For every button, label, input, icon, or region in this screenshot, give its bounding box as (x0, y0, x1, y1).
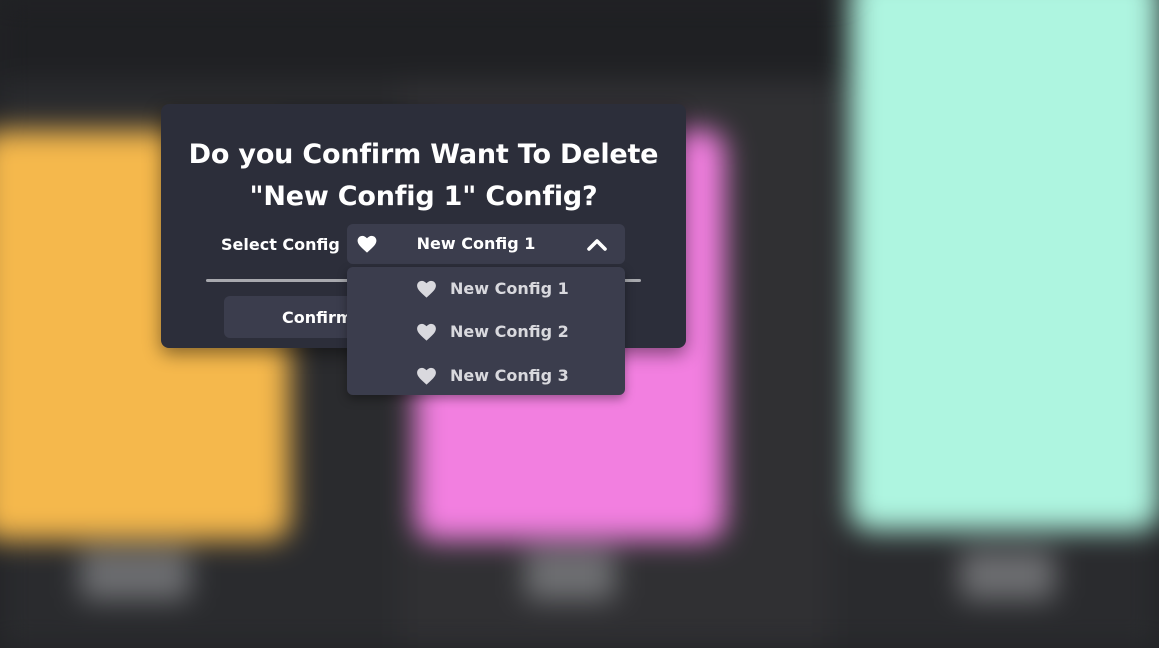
background-card-mint (850, 0, 1159, 530)
heart-icon (357, 235, 377, 253)
heart-icon (417, 323, 436, 341)
heart-icon (417, 367, 436, 385)
dialog-title: Do you Confirm Want To Delete "New Confi… (161, 134, 686, 218)
dropdown-option-new-config-2[interactable]: New Config 2 (347, 312, 625, 352)
config-select[interactable]: New Config 1 (347, 224, 625, 264)
dropdown-option-label: New Config 1 (450, 279, 569, 298)
dialog-title-line-2: "New Config 1" Config? (249, 181, 598, 212)
chevron-up-icon[interactable] (586, 236, 608, 252)
dropdown-option-label: New Config 3 (450, 366, 569, 385)
heart-icon (417, 280, 436, 298)
dropdown-option-new-config-3[interactable]: New Config 3 (347, 356, 625, 396)
dropdown-option-new-config-1[interactable]: New Config 1 (347, 269, 625, 309)
dialog-title-line-1: Do you Confirm Want To Delete (188, 139, 659, 170)
app-stage: Do you Confirm Want To Delete "New Confi… (0, 0, 1159, 648)
config-dropdown-list: New Config 1 New Config 2 New Config 3 (347, 267, 625, 395)
select-config-label: Select Config : (221, 235, 352, 254)
selected-config-value: New Config 1 (416, 234, 536, 253)
background-card-label (525, 550, 615, 600)
background-card-label (80, 550, 190, 600)
background-card-label (960, 550, 1055, 600)
dropdown-option-label: New Config 2 (450, 322, 569, 341)
